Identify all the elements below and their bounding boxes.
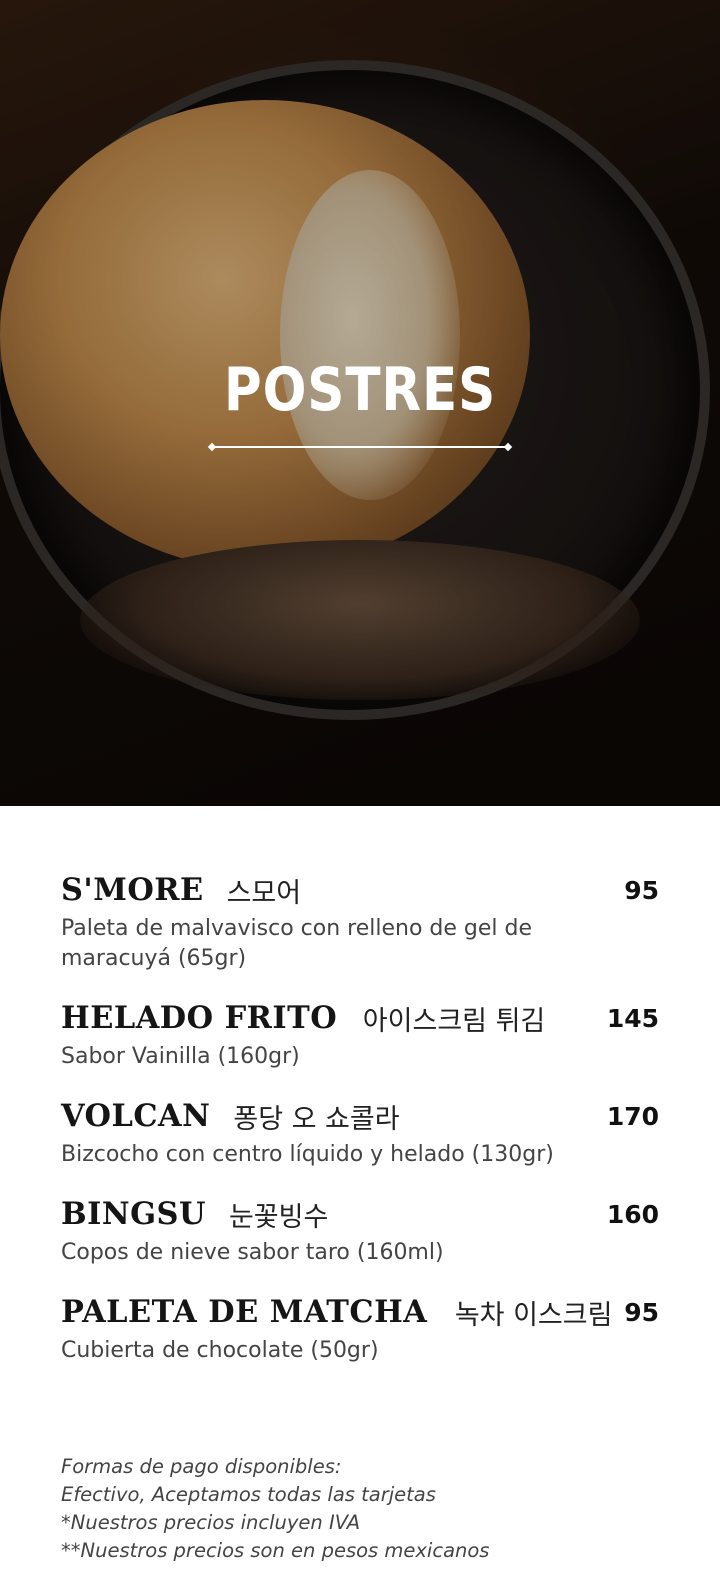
payment-footer-note: Formas de pago disponibles: Efectivo, Ac…	[61, 1453, 661, 1565]
item-korean-name: 눈꽃빙수	[228, 1201, 329, 1233]
dessert-menu-list: S'MORE 스모어 95 Paleta de malvavisco con r…	[61, 870, 661, 1390]
page-title: POSTRES	[223, 355, 497, 425]
footer-currency-note: **Nuestros precios son en pesos mexicano…	[61, 1539, 490, 1562]
menu-item-helado-frito: HELADO FRITO 아이스크림 튀김 145 Sabor Vainilla…	[61, 998, 661, 1072]
item-name: VOLCAN	[61, 1098, 211, 1134]
item-description: Bizcocho con centro líquido y helado (13…	[61, 1142, 554, 1167]
item-price: 170	[606, 1102, 659, 1131]
item-name: S'MORE	[61, 872, 204, 908]
item-price: 145	[606, 1004, 659, 1033]
item-description: Copos de nieve sabor taro (160ml)	[61, 1240, 444, 1265]
item-price: 95	[624, 1298, 659, 1327]
item-name: HELADO FRITO	[61, 1000, 338, 1036]
menu-item-smore: S'MORE 스모어 95 Paleta de malvavisco con r…	[61, 870, 661, 974]
item-description: Paleta de malvavisco con relleno de gel …	[61, 916, 533, 971]
item-name: BINGSU	[61, 1196, 206, 1232]
hero-banner: POSTRES	[0, 0, 720, 806]
item-korean-name: 녹차 이스크림	[454, 1299, 613, 1331]
footer-iva-note: *Nuestros precios incluyen IVA	[61, 1511, 361, 1534]
item-korean-name: 퐁당 오 쇼콜라	[233, 1103, 400, 1135]
item-price: 160	[606, 1200, 659, 1229]
menu-item-volcan: VOLCAN 퐁당 오 쇼콜라 170 Bizcocho con centro …	[61, 1096, 661, 1170]
item-price: 95	[624, 876, 659, 905]
item-description: Sabor Vainilla (160gr)	[61, 1044, 300, 1069]
item-name: PALETA DE MATCHA	[61, 1294, 428, 1330]
item-description: Cubierta de chocolate (50gr)	[61, 1338, 379, 1363]
menu-item-paleta-de-matcha: PALETA DE MATCHA 녹차 이스크림 95 Cubierta de …	[61, 1292, 661, 1366]
footer-payment-heading: Formas de pago disponibles:	[61, 1455, 342, 1478]
item-korean-name: 스모어	[226, 877, 302, 909]
footer-payment-methods: Efectivo, Aceptamos todas las tarjetas	[61, 1483, 436, 1506]
menu-item-bingsu: BINGSU 눈꽃빙수 160 Copos de nieve sabor tar…	[61, 1194, 661, 1268]
item-korean-name: 아이스크림 튀김	[362, 1005, 546, 1037]
title-divider	[212, 446, 508, 448]
